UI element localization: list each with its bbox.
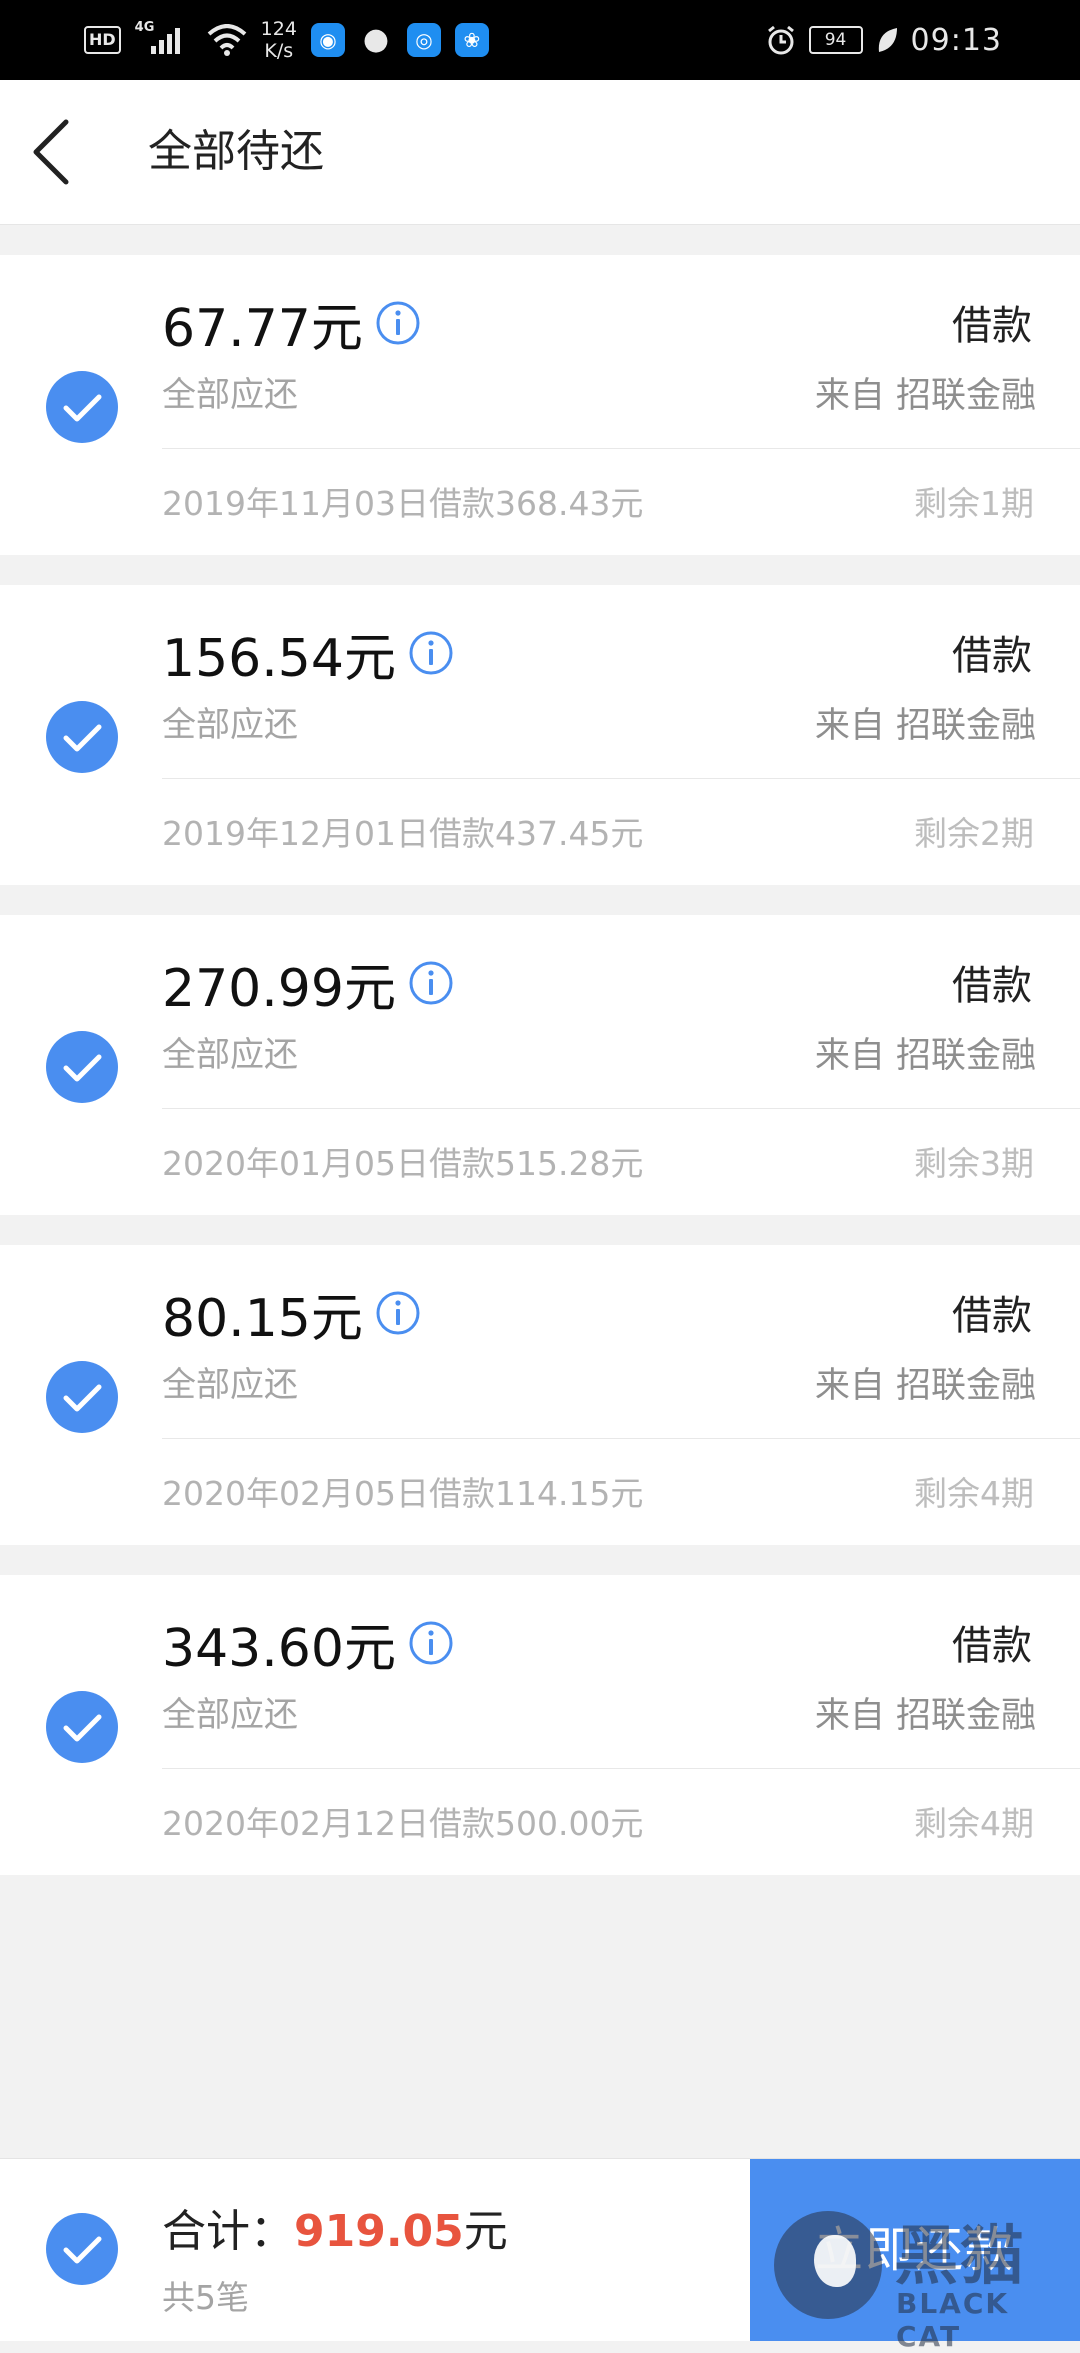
chat-bubble-icon: ● [362,22,390,57]
checkbox-checked[interactable] [46,1031,118,1103]
wifi-icon [207,24,246,56]
remaining-periods: 剩余2期 [914,814,1034,853]
amount-row: 270.99元 [162,951,454,1019]
remaining-periods: 剩余4期 [914,1804,1034,1843]
speed-value: 124 [260,18,297,40]
page-header: 全部待还 [0,80,1080,225]
loan-source: 来自 招联金融 [814,376,1036,416]
amount-row: 67.77元 [162,291,421,359]
battery-icon: 94 [808,26,863,54]
amount-due: 343.60元 [162,1618,396,1679]
checkmark-icon [63,1714,102,1742]
checkbox-checked[interactable] [46,701,118,773]
divider [162,1438,1080,1439]
loan-type: 借款 [952,303,1032,349]
amount-row: 156.54元 [162,621,454,689]
amount-caption: 全部应还 [162,1035,298,1075]
checkmark-icon [63,1054,102,1082]
amount-row: 80.15元 [162,1281,421,1349]
loan-date-principal: 2019年11月03日借款368.43元 [162,484,644,523]
repay-now-button[interactable]: 立即还款 [750,2159,1080,2341]
remaining-periods: 剩余3期 [914,1144,1034,1183]
amount-due: 80.15元 [162,1288,363,1349]
checkmark-icon [63,724,102,752]
loan-type: 借款 [952,1623,1032,1669]
divider [162,448,1080,449]
cellular-signal-icon: 4G [135,20,193,60]
alarm-icon [767,25,794,55]
loan-card[interactable]: 270.99元 全部应还 借款 来自 招联金融 2020年01月05日借款515… [0,915,1080,1215]
hd-indicator: HD [84,26,121,54]
divider [162,1108,1080,1109]
loan-source: 来自 招联金融 [814,1366,1036,1406]
amount-due: 156.54元 [162,628,396,689]
leaf-icon [878,28,897,52]
remaining-periods: 剩余4期 [914,1474,1034,1513]
browser-app-icon: ◎ [406,23,441,57]
checkmark-icon [63,1384,102,1412]
loan-source: 来自 招联金融 [814,706,1036,746]
network-speed: 124 K/s [261,18,297,62]
amount-row: 343.60元 [162,1611,454,1679]
total-label: 合计： [162,2206,294,2257]
total-amount: 919.05 [294,2206,464,2257]
loan-card[interactable]: 156.54元 全部应还 借款 来自 招联金融 2019年12月01日借款437… [0,585,1080,885]
remaining-periods: 剩余1期 [914,484,1034,523]
checkmark-icon [63,2236,102,2264]
hotspot-app-icon: ◉ [310,23,345,57]
info-icon[interactable] [375,300,421,346]
cloud-app-icon: ❀ [454,23,489,57]
checkout-bar: 合计：919.05元 共5笔 立即还款 黑猫 BLACK CAT [0,2158,1080,2353]
loan-date-principal: 2019年12月01日借款437.45元 [162,814,644,853]
checkbox-checked[interactable] [46,371,118,443]
total-line: 合计：919.05元 [162,2195,508,2259]
checkbox-checked[interactable] [46,1361,118,1433]
info-icon[interactable] [408,960,454,1006]
clock: 09:13 [910,22,1002,58]
status-bar: HD 4G 124 K/s ◉ ● ◎ ❀ 94 09:13 [0,0,1080,80]
select-all-checkbox[interactable] [46,2213,118,2285]
back-button[interactable] [26,116,96,188]
loan-type: 借款 [952,633,1032,679]
total-unit: 元 [463,2206,508,2257]
chevron-left-icon [33,119,69,185]
checkmark-icon [63,394,102,422]
item-count: 共5笔 [162,2278,249,2317]
info-icon[interactable] [375,1290,421,1336]
loan-card[interactable]: 343.60元 全部应还 借款 来自 招联金融 2020年02月12日借款500… [0,1575,1080,1875]
divider [162,778,1080,779]
info-icon[interactable] [408,1620,454,1666]
divider [162,1768,1080,1769]
amount-caption: 全部应还 [162,705,298,745]
status-bar-left: HD 4G 124 K/s ◉ ● ◎ ❀ [84,0,489,80]
status-bar-right: 94 09:13 [765,0,1002,80]
loan-source: 来自 招联金融 [814,1036,1036,1076]
amount-due: 270.99元 [162,958,396,1019]
amount-due: 67.77元 [162,298,363,359]
checkbox-checked[interactable] [46,1691,118,1763]
speed-unit: K/s [264,40,294,62]
loan-card[interactable]: 67.77元 全部应还 借款 来自 招联金融 2019年11月03日借款368.… [0,255,1080,555]
page-title: 全部待还 [148,126,324,177]
info-icon[interactable] [408,630,454,676]
amount-caption: 全部应还 [162,1365,298,1405]
amount-caption: 全部应还 [162,375,298,415]
loan-date-principal: 2020年02月12日借款500.00元 [162,1804,644,1843]
amount-caption: 全部应还 [162,1695,298,1735]
loan-source: 来自 招联金融 [814,1696,1036,1736]
loan-date-principal: 2020年02月05日借款114.15元 [162,1474,644,1513]
loan-date-principal: 2020年01月05日借款515.28元 [162,1144,644,1183]
loan-type: 借款 [952,963,1032,1009]
loan-card[interactable]: 80.15元 全部应还 借款 来自 招联金融 2020年02月05日借款114.… [0,1245,1080,1545]
loan-type: 借款 [952,1293,1032,1339]
